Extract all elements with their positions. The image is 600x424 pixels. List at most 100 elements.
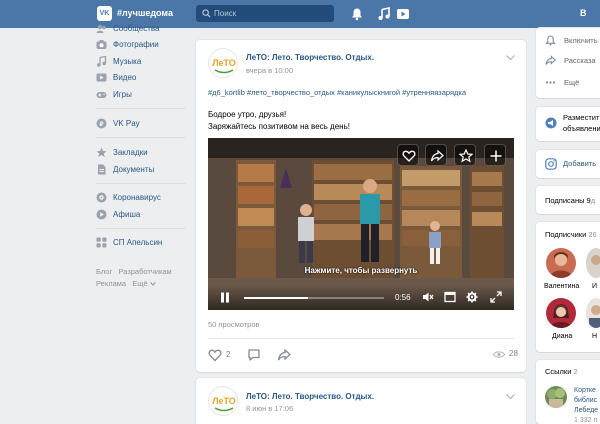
add-panel[interactable]: Добавить <box>536 150 600 178</box>
video-bookmark-button[interactable] <box>454 144 476 166</box>
sidebar-item-label: Афиша <box>113 210 141 219</box>
follower-avatar[interactable] <box>546 248 576 278</box>
sidebar-item-music[interactable]: Музыка <box>96 54 190 70</box>
sidebar-item-afisha[interactable]: Афиша <box>96 207 190 223</box>
followers-header[interactable]: Подписчики 26 <box>545 230 597 239</box>
star-icon <box>459 149 473 163</box>
apps-icon <box>96 237 107 248</box>
sidebar-divider <box>96 108 186 109</box>
follower-name[interactable]: Валентина <box>544 283 579 290</box>
add-link: Добавить <box>563 159 597 168</box>
sidebar-item-label: VK Pay <box>113 119 140 128</box>
sidebar-item-documents[interactable]: Документы <box>96 162 190 178</box>
volume-muted-icon[interactable] <box>422 291 434 303</box>
link-avatar[interactable] <box>545 386 567 408</box>
vk-logo[interactable]: VK <box>97 6 112 21</box>
ads-line-1: Разместит <box>563 113 600 122</box>
link-title[interactable]: библис <box>574 397 597 404</box>
user-menu[interactable]: В <box>580 8 587 18</box>
post-menu-icon[interactable] <box>506 394 515 400</box>
views-count: 50 просмотров <box>208 320 260 329</box>
miniplayer-icon[interactable] <box>444 291 456 303</box>
sidebar-item-label: Коронавирус <box>113 193 161 202</box>
footer-developers-link[interactable]: Разработчикам <box>118 267 171 276</box>
footer-more-link[interactable]: Ещё <box>132 279 147 288</box>
video-expand-hint[interactable]: Нажмите, чтобы развернуть <box>208 266 514 275</box>
vk-pay-icon: ₽ <box>96 118 107 129</box>
links-header[interactable]: Ссылки 2 <box>545 367 578 376</box>
footer-ads-link[interactable]: Реклама <box>96 279 126 288</box>
links-count: 2 <box>573 367 578 376</box>
follower-avatar[interactable] <box>586 248 600 278</box>
bell-icon[interactable] <box>350 7 364 21</box>
video-like-button[interactable] <box>397 144 419 166</box>
post-card: ЛеТО ЛеТО: Лето. Творчество. Отдых. вчер… <box>196 40 526 372</box>
follower-name[interactable]: Диана <box>552 333 572 340</box>
like-count: 2 <box>226 350 231 359</box>
sidebar-item-photos[interactable]: Фотографии <box>96 37 190 53</box>
post-author-name[interactable]: ЛеТО: Лето. Творчество. Отдых. <box>246 53 374 62</box>
search-input[interactable] <box>214 5 332 22</box>
music-note-icon <box>97 56 107 67</box>
video-controls: 0:56 <box>208 284 514 310</box>
video-add-button[interactable] <box>484 144 506 166</box>
footer-blog-link[interactable]: Блог <box>96 267 112 276</box>
follower-avatar[interactable] <box>586 298 600 328</box>
video-player[interactable]: Нажмите, чтобы развернуть 0:56 <box>208 138 514 310</box>
gamepad-icon <box>96 92 107 98</box>
more-actions-button[interactable]: Ещё <box>545 76 600 90</box>
top-header: VK #лучшедома В <box>0 0 600 28</box>
post-menu-icon[interactable] <box>506 55 515 61</box>
sidebar-item-video[interactable]: Видео <box>96 70 190 86</box>
follower-avatar[interactable] <box>546 298 576 328</box>
link-title[interactable]: Лебеде <box>574 407 598 414</box>
share-arrow-icon <box>277 348 291 361</box>
like-button[interactable]: 2 <box>208 348 238 362</box>
library-photo <box>545 386 567 408</box>
search-box[interactable] <box>196 5 334 22</box>
post-author-avatar[interactable]: ЛеТО <box>208 48 238 78</box>
follower-name[interactable]: И <box>592 283 597 290</box>
svg-text:ЛеТО: ЛеТО <box>212 396 236 406</box>
sidebar-item-groups[interactable]: Сообщества <box>96 21 190 37</box>
settings-gear-icon[interactable] <box>466 291 478 303</box>
followers-count: 26 <box>588 230 597 239</box>
instagram-icon <box>545 158 557 170</box>
music-note-icon[interactable] <box>377 7 391 21</box>
subscriptions-panel[interactable]: Подписаны 9д <box>536 186 600 214</box>
comment-button[interactable] <box>247 348 263 362</box>
play-icon[interactable] <box>396 7 410 21</box>
community-tag[interactable]: #лучшедома <box>117 8 173 18</box>
link-title[interactable]: Кортке <box>574 387 596 394</box>
subscriptions-suffix: д <box>590 196 596 205</box>
follower-photo <box>546 248 576 278</box>
star-icon <box>96 147 107 157</box>
sidebar-footer-row-1: Блог Разработчикам <box>96 267 172 276</box>
followers-panel: Подписчики 26 Валентина И Диана Н <box>536 222 600 352</box>
notifications-toggle[interactable]: Включить <box>545 34 600 48</box>
sidebar-item-vk-pay[interactable]: ₽ VK Pay <box>96 116 190 132</box>
post-hashtags[interactable]: #д6_kortlib #лето_творчество_отдых #кани… <box>208 88 466 97</box>
share-community-button[interactable]: Рассказа <box>545 54 600 68</box>
post-author-name[interactable]: ЛеТО: Лето. Творчество. Отдых. <box>246 392 374 401</box>
sidebar-item-label: Сообщества <box>113 24 160 33</box>
svg-text:₽: ₽ <box>100 121 104 128</box>
post-text-line: Заряжайтесь позитивом на весь день! <box>208 122 350 131</box>
follower-name[interactable]: Н <box>592 333 597 340</box>
subscriptions-label: Подписаны 9д <box>545 196 595 205</box>
sidebar-item-coronavirus[interactable]: Коронавирус <box>96 190 190 206</box>
ads-panel[interactable]: Разместит объявлени <box>536 107 600 141</box>
sidebar-item-bookmarks[interactable]: Закладки <box>96 145 190 161</box>
pause-icon[interactable] <box>220 292 230 303</box>
sidebar-item-sp-apelsin[interactable]: СП Апельсин <box>96 235 190 251</box>
video-progress-bar[interactable] <box>244 297 384 299</box>
share-button[interactable] <box>277 348 293 362</box>
eye-icon <box>493 351 505 358</box>
post-author-avatar[interactable]: ЛеТО <box>208 386 238 416</box>
video-share-button[interactable] <box>425 144 447 166</box>
post-time[interactable]: вчера в 10:00 <box>246 66 293 75</box>
post-time[interactable]: 8 июн в 17:06 <box>246 404 293 413</box>
sidebar-item-games[interactable]: Игры <box>96 87 190 103</box>
more-dots-icon <box>545 81 556 84</box>
fullscreen-icon[interactable] <box>490 291 502 303</box>
